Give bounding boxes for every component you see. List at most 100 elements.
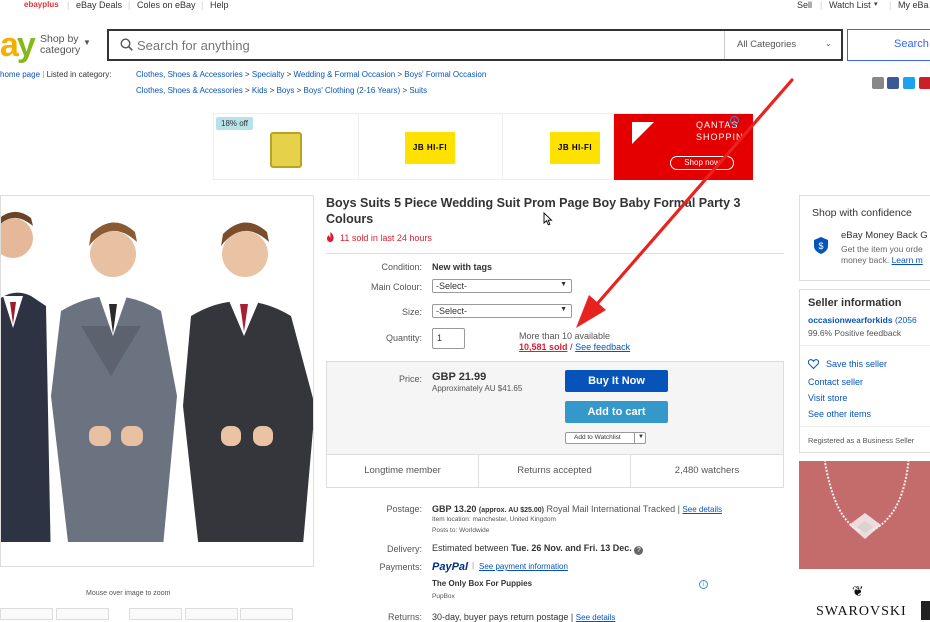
sold-count-link[interactable]: 10,581 sold [519, 342, 568, 352]
learn-more-link[interactable]: Learn m [892, 255, 923, 265]
visit-store-link[interactable]: Visit store [808, 393, 847, 403]
shop-now-button[interactable]: Shop now [670, 156, 734, 170]
shop-by-category-button[interactable]: Shop by category [40, 34, 80, 56]
delivery-estimate: Estimated between Tue. 26 Nov. and Fri. … [432, 543, 644, 555]
flame-icon [326, 232, 334, 242]
ebay-logo[interactable]: ay [0, 28, 36, 62]
availability: More than 10 available [519, 331, 611, 341]
pinterest-icon[interactable] [919, 77, 930, 89]
see-other-items-link[interactable]: See other items [808, 409, 871, 419]
seller-name-link[interactable]: occasionwearforkids [808, 315, 893, 325]
twitter-icon[interactable] [903, 77, 915, 89]
breadcrumb-item[interactable]: Boys' Formal Occasion [404, 70, 486, 79]
facebook-icon[interactable] [887, 77, 899, 89]
chevron-down-icon: ▼ [560, 281, 567, 288]
size-label: Size: [401, 307, 422, 317]
product-image [270, 132, 302, 168]
image-thumbnail[interactable] [129, 608, 182, 620]
breadcrumb-item[interactable]: Specialty [252, 70, 284, 79]
image-thumbnail[interactable] [185, 608, 238, 620]
quantity-input[interactable]: 1 [432, 328, 465, 349]
contact-seller-link[interactable]: Contact seller [808, 377, 863, 387]
breadcrumb-item[interactable]: Kids [252, 86, 268, 95]
breadcrumb-item[interactable]: Boys [277, 86, 295, 95]
buy-it-now-button[interactable]: Buy It Now [565, 370, 668, 392]
swan-logo-icon: ❦ [852, 583, 864, 599]
info-icon[interactable]: ? [634, 546, 644, 555]
condition-label: Condition: [381, 262, 422, 272]
ebay-plus-logo[interactable]: ebayplus [24, 0, 59, 9]
postage-info: GBP 13.20 (approx. AU $25.00) Royal Mail… [432, 504, 723, 514]
heart-icon[interactable] [808, 359, 819, 369]
swarovski-ad[interactable]: ❦ SWAROVSKI [799, 461, 930, 620]
image-thumbnail[interactable] [240, 608, 293, 620]
see-feedback-link[interactable]: See feedback [575, 342, 630, 352]
feature-watchers: 2,480 watchers [631, 454, 783, 487]
money-back-text: Get the item you orde [841, 244, 923, 254]
add-to-cart-button[interactable]: Add to cart [565, 401, 668, 423]
breadcrumb: Clothes, Shoes & Accessories > Kids > Bo… [136, 86, 428, 95]
seller-score-link[interactable]: (2056 [895, 315, 917, 325]
save-seller-link[interactable]: Save this seller [826, 359, 887, 369]
zoom-hint: Mouse over image to zoom [86, 590, 171, 597]
payment-info-link[interactable]: See payment information [479, 562, 568, 571]
size-select[interactable]: -Select- ▼ [432, 304, 572, 318]
chevron-down-icon[interactable]: ▼ [83, 38, 91, 47]
breadcrumb: Clothes, Shoes & Accessories > Specialty… [136, 70, 487, 79]
seller-info-card: Seller information occasionwearforkids (… [799, 289, 930, 453]
payments-label: Payments: [379, 562, 422, 572]
chevron-down-icon: ▼ [560, 306, 567, 313]
feature-longtime-member: Longtime member [327, 454, 479, 487]
email-icon[interactable] [872, 77, 884, 89]
boys-suits-photo [1, 212, 313, 566]
returns-details-link[interactable]: See details [576, 613, 616, 622]
chevron-down-icon[interactable]: ⌄ [825, 39, 832, 48]
breadcrumb-item[interactable]: Wedding & Formal Occasion [293, 70, 395, 79]
image-thumbnail[interactable] [0, 608, 53, 620]
seller-heading: Seller information [808, 297, 902, 309]
confidence-heading: Shop with confidence [812, 207, 912, 219]
back-to-home-link[interactable]: home page [0, 70, 40, 79]
quantity-label: Quantity: [385, 333, 422, 343]
watch-list-link[interactable]: Watch List [829, 0, 871, 10]
add-to-watchlist-button[interactable]: Add to Watchlist ▼ [565, 432, 646, 444]
coles-link[interactable]: Coles on eBay [137, 0, 196, 10]
breadcrumb-item[interactable]: Clothes, Shoes & Accessories [136, 86, 243, 95]
search-input[interactable] [137, 36, 717, 54]
breadcrumb-item[interactable]: Clothes, Shoes & Accessories [136, 70, 243, 79]
chevron-down-icon[interactable]: ▾ [874, 0, 878, 8]
qantas-logo [632, 122, 654, 144]
sell-link[interactable]: Sell [797, 0, 812, 10]
see-details-link[interactable]: See details [682, 505, 722, 514]
ebay-deals-link[interactable]: eBay Deals [76, 0, 122, 10]
my-ebay-link[interactable]: My eBa [898, 0, 929, 10]
search-bar: All Categories ⌄ [107, 29, 843, 61]
business-seller-note: Registered as a Business Seller [808, 436, 915, 445]
sold-last-24h: 11 sold in last 24 hours [340, 233, 432, 243]
feature-returns-accepted: Returns accepted [479, 454, 631, 487]
seller-feedback: 99.6% Positive feedback [808, 328, 902, 338]
help-link[interactable]: Help [210, 0, 229, 10]
category-select[interactable]: All Categories [737, 39, 796, 50]
swarovski-brand: SWAROVSKI [816, 604, 907, 619]
breadcrumb-item[interactable]: Boys' Clothing (2-16 Years) [304, 86, 401, 95]
returns-info: 30-day, buyer pays return postage | See … [432, 612, 616, 622]
promo-ad[interactable]: The Only Box For Puppies PupBox i [432, 577, 711, 604]
colour-label: Main Colour: [370, 282, 422, 292]
search-button[interactable]: Search [847, 29, 930, 61]
ad-info-icon[interactable]: i [699, 580, 708, 589]
image-thumbnail[interactable] [56, 608, 109, 620]
breadcrumb-item[interactable]: Suits [409, 86, 427, 95]
ad-info-icon[interactable]: i [730, 116, 739, 125]
necklace-image [823, 461, 910, 539]
ad-banner[interactable]: 18% off JB HI-FI JB HI-FI QANTAS SHOPPIN… [213, 113, 753, 180]
delivery-label: Delivery: [386, 544, 422, 554]
money-back-title: eBay Money Back G [841, 230, 928, 241]
jb-hifi-logo: JB HI-FI [550, 132, 600, 164]
posts-to: Posts to: Worldwide [432, 527, 490, 534]
chevron-down-icon[interactable]: ▼ [638, 434, 644, 440]
product-image[interactable] [0, 195, 314, 567]
colour-select[interactable]: -Select- ▼ [432, 279, 572, 293]
product-title: Boys Suits 5 Piece Wedding Suit Prom Pag… [326, 196, 741, 226]
postage-label: Postage: [386, 504, 422, 514]
